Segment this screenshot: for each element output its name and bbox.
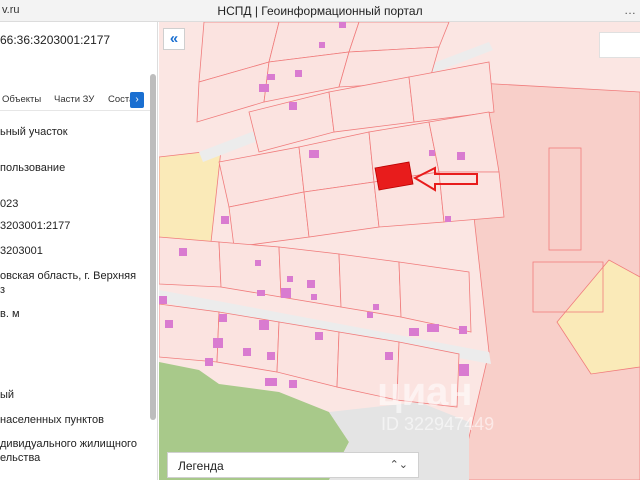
window-title: НСПД | Геоинформационный портал <box>217 4 423 18</box>
info-line: овская область, г. Верхняя <box>0 270 137 282</box>
info-line: ьный участок <box>0 126 68 138</box>
chevron-up-down-icon: ⌃⌄ <box>389 459 408 471</box>
info-line: 3203001 <box>0 245 43 257</box>
legend-label: Легенда <box>178 459 224 473</box>
info-line: ый <box>0 389 15 401</box>
watermark-id: ID 322947449 <box>381 414 495 434</box>
tab-objects[interactable]: Объекты <box>2 94 41 105</box>
info-line: ельства <box>0 452 41 464</box>
map-view[interactable]: « циан ID 322947449 Легенда ⌃⌄ <box>159 22 640 480</box>
info-line: 023 <box>0 198 19 210</box>
info-line: населенных пунктов <box>0 414 104 426</box>
cadastral-number: 66:36:3203001:2177 <box>0 33 111 47</box>
tab-bar: Объекты Части ЗУ Соста › <box>0 89 156 111</box>
title-bar: v.ru НСПД | Геоинформационный портал … <box>0 0 640 22</box>
tab-next-icon[interactable]: › <box>130 92 144 108</box>
info-line: дивидуального жилищного <box>0 438 137 450</box>
info-panel: 66:36:3203001:2177 Объекты Части ЗУ Сост… <box>0 22 158 480</box>
more-options-icon[interactable]: … <box>624 3 636 17</box>
legend-dropdown[interactable]: Легенда ⌃⌄ <box>167 452 419 478</box>
tab-land-parts[interactable]: Части ЗУ <box>54 94 94 105</box>
panel-scrollbar[interactable] <box>150 74 156 420</box>
watermark-text: циан <box>377 370 473 414</box>
map-control-box[interactable] <box>599 32 640 58</box>
info-line: з <box>0 284 6 296</box>
info-line: пользование <box>0 162 66 174</box>
collapse-panel-button[interactable]: « <box>163 28 185 50</box>
info-line: в. м <box>0 308 20 320</box>
info-line: 3203001:2177 <box>0 220 71 232</box>
